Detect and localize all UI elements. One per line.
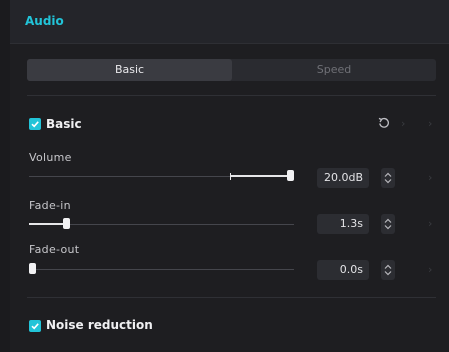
tab-basic[interactable]: Basic	[27, 59, 232, 81]
basic-section-label: Basic	[46, 117, 82, 131]
fade-out-stepper[interactable]	[381, 260, 395, 280]
chevron-right-icon: ›	[428, 117, 433, 130]
fade-out-slider-thumb[interactable]	[29, 263, 36, 274]
noise-reduction-label: Noise reduction	[46, 318, 153, 332]
fade-in-value-field[interactable]: 1.3s	[317, 214, 369, 234]
volume-label: Volume	[29, 151, 72, 164]
divider	[27, 297, 436, 298]
noise-reduction-checkbox[interactable]	[29, 320, 41, 332]
up-down-arrows-icon	[384, 218, 392, 230]
panel-title: Audio	[25, 14, 64, 28]
check-icon	[31, 323, 39, 330]
fade-in-slider-fill	[29, 223, 67, 225]
fade-in-slider-thumb[interactable]	[63, 218, 70, 229]
chevron-right-icon: ›	[428, 217, 433, 230]
tab-bar: Basic Speed	[27, 59, 436, 81]
fade-in-label: Fade-in	[29, 199, 71, 212]
volume-value-field[interactable]: 20.0dB	[317, 168, 369, 188]
divider	[27, 95, 436, 96]
volume-slider-fill	[230, 175, 292, 177]
up-down-arrows-icon	[384, 172, 392, 184]
fade-out-label: Fade-out	[29, 243, 80, 256]
audio-panel: Audio Basic Speed Basic › › Volume 20.0d…	[10, 0, 449, 352]
chevron-right-icon: ›	[428, 171, 433, 184]
fade-in-stepper[interactable]	[381, 214, 395, 234]
chevron-right-icon: ›	[428, 263, 433, 276]
volume-stepper[interactable]	[381, 168, 395, 188]
fade-out-value-field[interactable]: 0.0s	[317, 260, 369, 280]
up-down-arrows-icon	[384, 264, 392, 276]
reset-icon[interactable]	[377, 116, 391, 130]
check-icon	[31, 121, 39, 128]
tab-speed[interactable]: Speed	[232, 59, 436, 81]
fade-out-slider-track[interactable]	[29, 269, 294, 270]
basic-checkbox[interactable]	[29, 118, 41, 130]
chevron-right-icon: ›	[401, 117, 406, 130]
panel-header: Audio	[10, 0, 449, 44]
volume-slider-thumb[interactable]	[287, 170, 294, 181]
